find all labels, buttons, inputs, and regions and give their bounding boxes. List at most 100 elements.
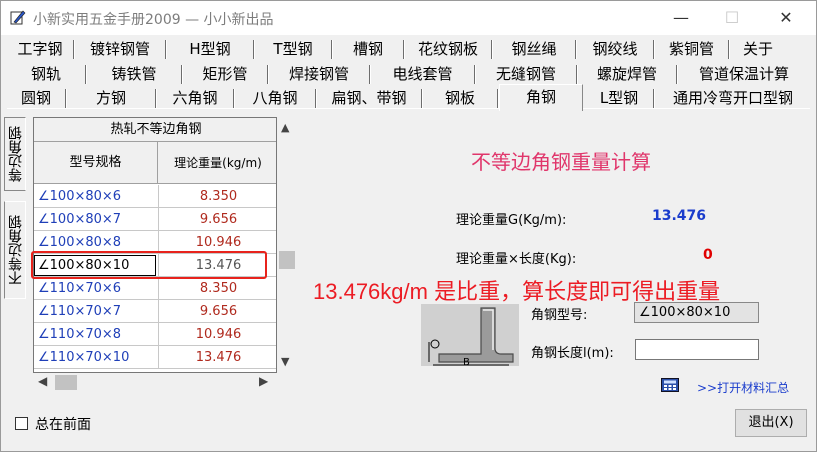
tab-separator <box>85 65 86 84</box>
close-button[interactable]: ✕ <box>766 5 806 31</box>
angle-steel-diagram: B <box>421 304 519 366</box>
tab-separator <box>676 65 677 84</box>
length-label: 角钢长度l(m): <box>531 346 614 361</box>
row-weight-cell[interactable]: 9.656 <box>158 300 276 323</box>
tab-row3-3[interactable]: 八角钢 <box>235 87 315 109</box>
always-on-top-label[interactable]: 总在前面 <box>35 414 91 434</box>
side-tab-unequal-angle[interactable]: 不等边角钢 <box>4 201 26 299</box>
tab-separator <box>575 40 576 59</box>
row-weight-cell[interactable]: 8.350 <box>158 277 276 300</box>
table-caption: 热轧不等边角钢 <box>34 118 276 142</box>
tab-separator <box>181 65 182 84</box>
tab-separator <box>653 40 654 59</box>
tab-row1-8[interactable]: 紫铜管 <box>655 38 728 60</box>
tab-row1-3[interactable]: T型钢 <box>255 38 331 60</box>
always-on-top-checkbox[interactable] <box>15 417 28 430</box>
tab-row2-7[interactable]: 管道保温计算 <box>678 63 810 85</box>
calculator-icon[interactable] <box>661 378 679 392</box>
tab-separator <box>233 89 234 108</box>
column-header-spec[interactable]: 型号规格 <box>34 142 158 184</box>
table-row[interactable]: ∠110×70×6 8.350 <box>34 277 276 300</box>
tab-row3-6[interactable]: 角钢 <box>499 84 583 111</box>
spec-table: 热轧不等边角钢 型号规格 理论重量(kg/m) ∠100×80×6 8.350 ∠1… <box>33 117 277 373</box>
exit-button[interactable]: 退出(X) <box>735 409 807 437</box>
table-vertical-scrollbar[interactable]: ▲ ▼ <box>277 117 296 373</box>
annotation-text: 13.476kg/m 是比重，算长度即可得出重量 <box>313 279 721 304</box>
tab-separator <box>728 40 729 59</box>
tab-separator <box>165 40 166 59</box>
diagram-label-b: B <box>463 357 470 366</box>
row-weight-cell[interactable]: 13.476 <box>158 346 276 369</box>
tab-divider <box>7 108 810 109</box>
tab-row2-2[interactable]: 矩形管 <box>183 63 267 85</box>
tab-row2-3[interactable]: 焊接钢管 <box>269 63 369 85</box>
tab-row3-7[interactable]: L型钢 <box>585 87 653 109</box>
highlight-box <box>31 251 267 279</box>
tab-separator <box>65 89 66 108</box>
tab-row2-0[interactable]: 钢轨 <box>7 63 85 85</box>
scroll-thumb[interactable] <box>279 251 295 269</box>
window-title: 小新实用五金手册2009 — 小小新出品 <box>33 12 274 28</box>
tab-row3-0[interactable]: 圆钢 <box>7 87 65 109</box>
hscroll-thumb[interactable] <box>55 375 77 390</box>
row-spec-cell[interactable]: ∠110×70×6 <box>38 277 158 300</box>
tab-row3-5[interactable]: 钢板 <box>423 87 497 109</box>
tab-separator <box>497 89 498 108</box>
total-weight-value: 0 <box>703 247 713 263</box>
table-row[interactable]: ∠110×70×10 13.476 <box>34 346 276 369</box>
tab-row1-7[interactable]: 钢绞线 <box>577 38 653 60</box>
tab-separator <box>403 40 404 59</box>
row-spec-cell[interactable]: ∠110×70×7 <box>38 300 158 323</box>
app-window: 小新实用五金手册2009 — 小小新出品 — ☐ ✕ 工字钢 镀锌钢管 H型钢 T型钢… <box>0 0 817 452</box>
tab-row2-1[interactable]: 铸铁管 <box>87 63 181 85</box>
weight-label: 理论重量G(Kg/m): <box>456 213 567 228</box>
table-row[interactable]: ∠100×80×7 9.656 <box>34 208 276 231</box>
table-row[interactable]: ∠110×70×7 9.656 <box>34 300 276 323</box>
tab-row1-5[interactable]: 花纹钢板 <box>405 38 491 60</box>
tab-separator <box>253 40 254 59</box>
tab-row2-6[interactable]: 螺旋焊管 <box>578 63 676 85</box>
scroll-left-icon[interactable]: ◀ <box>38 374 47 388</box>
tab-separator <box>474 65 475 84</box>
table-row[interactable]: ∠100×80×6 8.350 <box>34 185 276 208</box>
scroll-up-icon[interactable]: ▲ <box>281 121 289 134</box>
tab-row3-4[interactable]: 扁钢、带钢 <box>317 87 421 109</box>
tab-separator <box>576 65 577 84</box>
row-weight-cell[interactable]: 10.946 <box>158 323 276 346</box>
tab-row3-2[interactable]: 六角钢 <box>157 87 233 109</box>
tab-separator <box>421 89 422 108</box>
total-weight-label: 理论重量×长度(Kg): <box>456 252 577 267</box>
weight-value: 13.476 <box>652 208 707 224</box>
tab-row3-8[interactable]: 通用冷弯开口型钢 <box>655 87 811 109</box>
tab-row2-5[interactable]: 无缝钢管 <box>476 63 576 85</box>
table-row[interactable]: ∠110×70×8 10.946 <box>34 323 276 346</box>
table-horizontal-scrollbar[interactable]: ◀ ▶ <box>33 373 277 392</box>
column-header-weight[interactable]: 理论重量(kg/m) <box>158 142 276 184</box>
tab-row2-4[interactable]: 电线套管 <box>371 63 474 85</box>
length-input[interactable] <box>635 339 759 360</box>
row-spec-cell[interactable]: ∠100×80×6 <box>38 185 158 208</box>
tab-row3-1[interactable]: 方钢 <box>67 87 155 109</box>
tab-row1-0[interactable]: 工字钢 <box>7 38 73 60</box>
scroll-down-icon[interactable]: ▼ <box>281 355 289 368</box>
tab-separator <box>73 40 74 59</box>
tab-row1-1[interactable]: 镀锌钢管 <box>75 38 165 60</box>
tab-separator <box>315 89 316 108</box>
app-icon <box>10 10 26 25</box>
tab-row1-4[interactable]: 槽钢 <box>333 38 403 60</box>
row-weight-cell[interactable]: 9.656 <box>158 208 276 231</box>
tab-row1-2[interactable]: H型钢 <box>167 38 253 60</box>
calc-title: 不等边角钢重量计算 <box>471 150 651 174</box>
side-tab-equal-angle[interactable]: 等边角钢 <box>4 117 26 191</box>
row-weight-cell[interactable]: 8.350 <box>158 185 276 208</box>
row-spec-cell[interactable]: ∠100×80×7 <box>38 208 158 231</box>
tab-row1-9[interactable]: 关于 <box>730 38 786 60</box>
tab-separator <box>653 89 654 108</box>
row-spec-cell[interactable]: ∠110×70×8 <box>38 323 158 346</box>
minimize-button[interactable]: — <box>661 5 701 31</box>
row-spec-cell[interactable]: ∠110×70×10 <box>38 346 158 369</box>
scroll-right-icon[interactable]: ▶ <box>259 374 268 388</box>
maximize-button[interactable]: ☐ <box>712 5 752 31</box>
tab-row1-6[interactable]: 钢丝绳 <box>493 38 575 60</box>
summary-link[interactable]: >>打开材料汇总 <box>697 379 789 396</box>
